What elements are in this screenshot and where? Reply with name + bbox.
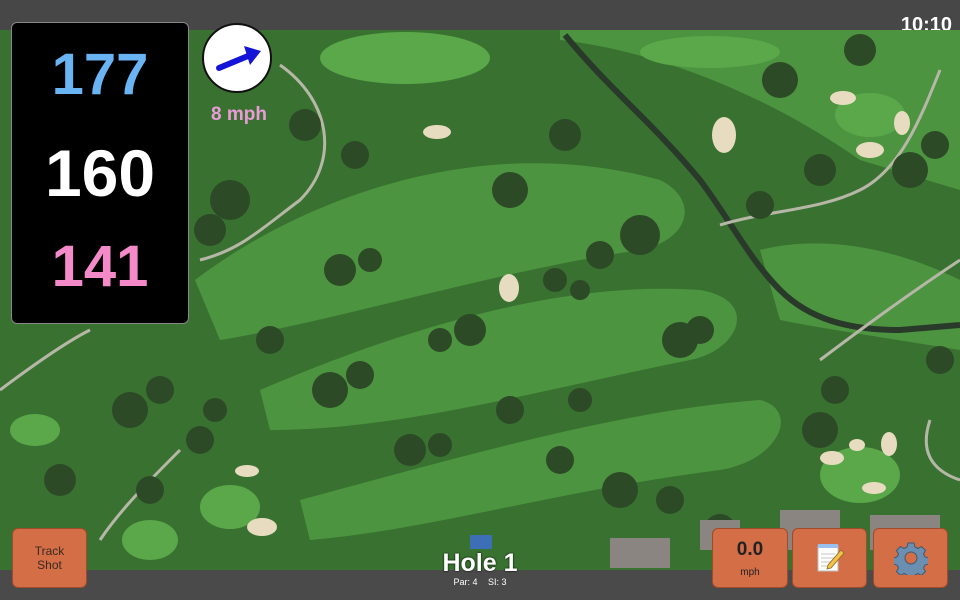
track-shot-button[interactable]: Track Shot bbox=[12, 528, 87, 588]
front-yardage: 141 bbox=[51, 234, 149, 299]
hole-title: Hole 1 bbox=[442, 549, 518, 577]
notes-button[interactable] bbox=[792, 528, 867, 588]
wind-readout-button[interactable]: 0.0 mph bbox=[712, 528, 788, 588]
middle-yardage: 160 bbox=[44, 136, 156, 210]
hole-stroke-index: SI: 3 bbox=[488, 577, 507, 587]
gear-icon bbox=[893, 542, 928, 575]
wind-arrow-icon bbox=[216, 46, 261, 71]
track-shot-label: Track Shot bbox=[34, 544, 65, 572]
settings-button[interactable] bbox=[873, 528, 948, 588]
hole-par: Par: 4 bbox=[453, 577, 478, 587]
wind-value: 0.0 bbox=[736, 539, 764, 560]
yardage-panel: 177 160 141 bbox=[11, 22, 189, 324]
back-yardage: 177 bbox=[51, 42, 149, 107]
hole-info: Par: 4 SI: 3 bbox=[380, 577, 580, 587]
wind-unit: mph bbox=[740, 567, 760, 578]
notepad-icon bbox=[817, 544, 845, 572]
wind-speed-label: 8 mph bbox=[211, 104, 267, 125]
wind-direction-dial bbox=[202, 23, 272, 93]
